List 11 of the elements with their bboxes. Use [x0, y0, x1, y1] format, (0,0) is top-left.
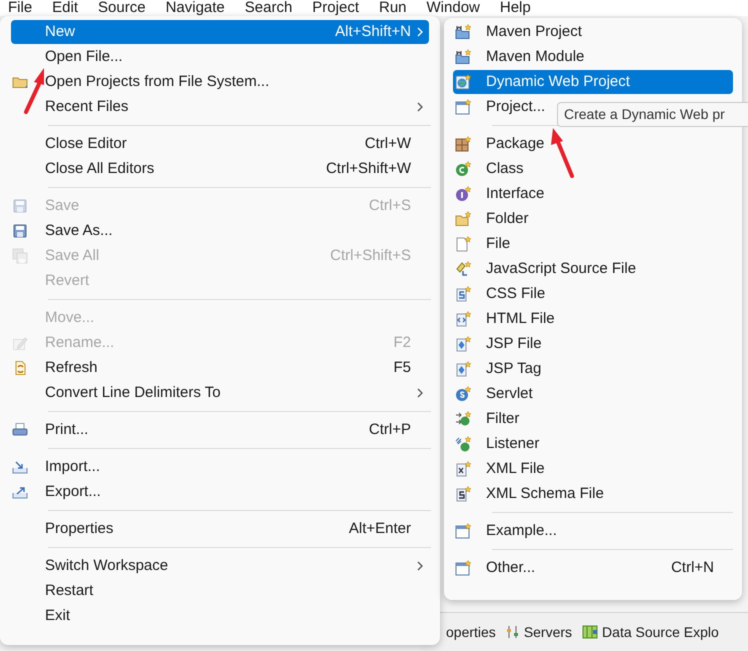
- tooltip: Create a Dynamic Web pr: [557, 102, 748, 127]
- shortcut-text: Alt+Shift+N: [335, 22, 411, 42]
- shortcut-text: Ctrl+N: [671, 558, 714, 578]
- shortcut-text: Ctrl+W: [364, 134, 411, 154]
- shortcut-text: Ctrl+Shift+W: [326, 158, 411, 179]
- shortcut-text: F5: [393, 358, 411, 378]
- shortcut-text: Alt+Enter: [348, 518, 411, 539]
- shortcut-text: Ctrl+P: [368, 420, 411, 440]
- shortcut-text: Ctrl+S: [368, 196, 411, 216]
- shortcut-text: Ctrl+Shift+S: [330, 246, 411, 266]
- shortcut-text: F2: [393, 332, 411, 353]
